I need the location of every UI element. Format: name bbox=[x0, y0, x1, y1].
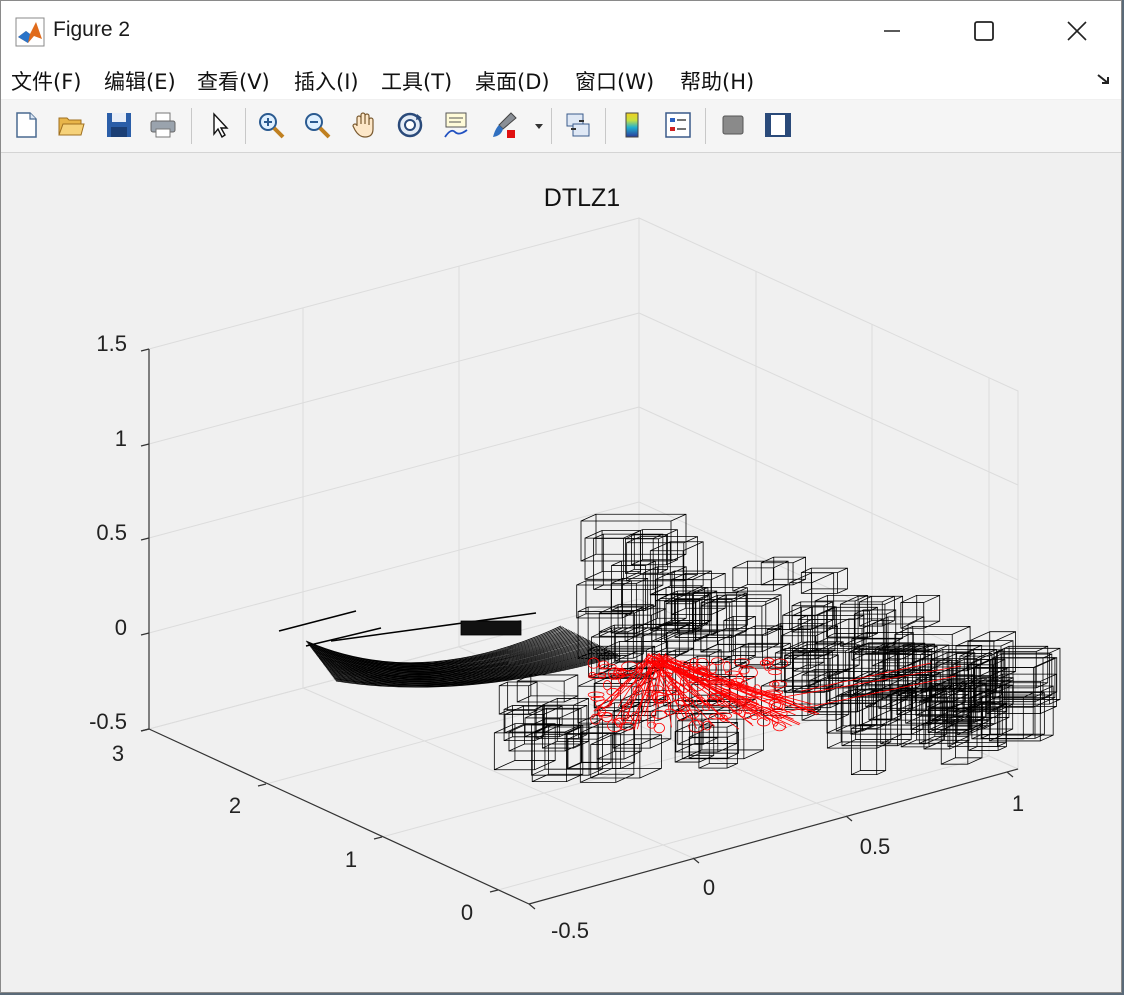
axes-3d[interactable]: DTLZ1 1.5 1 0.5 0 -0.5 3 2 1 0 -0.5 0 0.… bbox=[1, 153, 1122, 993]
fan-line bbox=[278, 610, 357, 632]
menu-desktop[interactable]: 桌面(D) bbox=[475, 66, 550, 96]
wireframe-box bbox=[626, 536, 698, 582]
hide-plot-tools-button[interactable] bbox=[714, 106, 752, 144]
pointer-icon bbox=[213, 112, 229, 139]
toolbar-separator bbox=[705, 108, 706, 144]
open-file-button[interactable] bbox=[52, 106, 90, 144]
new-file-icon bbox=[16, 112, 37, 138]
menu-window[interactable]: 窗口(W) bbox=[575, 66, 654, 96]
z-tick-label: -0.5 bbox=[89, 709, 127, 734]
zoom-in-button[interactable] bbox=[252, 106, 290, 144]
menu-tools[interactable]: 工具(T) bbox=[381, 66, 452, 96]
toolbar-separator bbox=[245, 108, 246, 144]
save-icon bbox=[107, 113, 131, 137]
fan-line bbox=[460, 620, 522, 636]
matlab-icon bbox=[15, 17, 45, 47]
show-plot-tools-button[interactable] bbox=[759, 106, 797, 144]
maximize-button[interactable] bbox=[938, 1, 1030, 61]
pan-button[interactable] bbox=[345, 106, 383, 144]
close-button[interactable] bbox=[1031, 1, 1121, 61]
pareto-point bbox=[664, 708, 676, 716]
wireframe-box bbox=[576, 580, 632, 619]
pareto-point bbox=[772, 681, 780, 687]
y-tick-label: 3 bbox=[112, 741, 124, 766]
z-tick-label: 0.5 bbox=[96, 520, 127, 545]
pan-hand-icon bbox=[352, 112, 374, 138]
link-plot-button[interactable] bbox=[559, 106, 597, 144]
menu-file[interactable]: 文件(F) bbox=[11, 66, 81, 96]
toolbar-separator bbox=[191, 108, 192, 144]
wireframe-box bbox=[580, 513, 687, 562]
pareto-point bbox=[750, 714, 759, 720]
chevron-down-icon[interactable] bbox=[533, 120, 545, 132]
print-button[interactable] bbox=[144, 106, 182, 144]
pareto-point bbox=[723, 660, 731, 673]
legend-icon bbox=[665, 112, 691, 138]
insert-colorbar-button[interactable] bbox=[613, 106, 651, 144]
chart-title: DTLZ1 bbox=[544, 184, 620, 212]
menu-view[interactable]: 查看(V) bbox=[197, 66, 270, 96]
z-tick-label: 1.5 bbox=[96, 331, 127, 356]
pareto-point bbox=[653, 722, 665, 734]
y-tick-labels: 3 2 1 0 bbox=[112, 741, 473, 925]
data-cursor-icon bbox=[444, 112, 468, 138]
brush-button[interactable] bbox=[485, 106, 523, 144]
minimize-icon bbox=[884, 30, 900, 32]
y-tick-label: 2 bbox=[229, 793, 241, 818]
z-tick-label: 0 bbox=[115, 615, 127, 640]
menu-help[interactable]: 帮助(H) bbox=[680, 66, 754, 96]
fan-line bbox=[305, 627, 382, 647]
figure-window: Figure 2 文件(F) 编辑(E) 查看(V) 插入(I) 工具(T) 桌… bbox=[0, 0, 1122, 993]
colorbar-icon bbox=[625, 112, 639, 138]
x-tick-label: 0 bbox=[703, 875, 715, 900]
toolbar-separator bbox=[551, 108, 552, 144]
figure-toolbar bbox=[1, 100, 1121, 153]
edit-plot-button[interactable] bbox=[200, 106, 238, 144]
y-tick-label: 0 bbox=[461, 900, 473, 925]
plot-area: DTLZ1 1.5 1 0.5 0 -0.5 3 2 1 0 -0.5 0 0.… bbox=[1, 153, 1122, 993]
data-cursor-button[interactable] bbox=[437, 106, 475, 144]
x-tick-labels: -0.5 0 0.5 1 bbox=[551, 791, 1024, 943]
wireframe-box bbox=[590, 734, 662, 779]
x-tick-label: 0.5 bbox=[860, 834, 891, 859]
menu-insert[interactable]: 插入(I) bbox=[294, 66, 359, 96]
z-tick-label: 1 bbox=[115, 426, 127, 451]
toolbar-separator bbox=[605, 108, 606, 144]
rotate-3d-button[interactable] bbox=[391, 106, 429, 144]
pareto-point bbox=[702, 720, 712, 731]
y-tick-label: 1 bbox=[345, 847, 357, 872]
x-tick-label: -0.5 bbox=[551, 918, 589, 943]
minimize-button[interactable] bbox=[846, 1, 938, 61]
wireframe-box bbox=[577, 606, 644, 659]
wireframe-box bbox=[516, 674, 579, 703]
menu-edit[interactable]: 编辑(E) bbox=[104, 66, 176, 96]
rotate-3d-icon bbox=[397, 112, 423, 138]
save-button[interactable] bbox=[100, 106, 138, 144]
hide-plot-tools-icon bbox=[722, 115, 744, 135]
dock-arrow-icon[interactable] bbox=[1095, 71, 1113, 89]
window-title: Figure 2 bbox=[53, 18, 131, 41]
wireframe-box bbox=[723, 615, 756, 661]
x-tick-label: 1 bbox=[1012, 791, 1024, 816]
wireframe-box bbox=[800, 567, 848, 594]
pareto-point bbox=[621, 661, 638, 672]
wireframe-box bbox=[780, 625, 838, 683]
open-folder-icon bbox=[58, 117, 85, 136]
new-figure-button[interactable] bbox=[7, 106, 45, 144]
zoom-out-button[interactable] bbox=[298, 106, 336, 144]
link-plot-icon bbox=[566, 113, 590, 137]
maximize-icon bbox=[974, 21, 994, 41]
pareto-point bbox=[650, 710, 668, 719]
close-icon bbox=[1067, 21, 1087, 41]
show-plot-tools-icon bbox=[765, 113, 791, 137]
brush-icon bbox=[493, 112, 517, 138]
print-icon bbox=[150, 112, 176, 138]
z-tick-labels: 1.5 1 0.5 0 -0.5 bbox=[89, 331, 127, 734]
zoom-in-icon bbox=[259, 113, 285, 139]
zoom-out-icon bbox=[305, 113, 331, 139]
title-bar: Figure 2 bbox=[1, 1, 1121, 61]
menu-bar: 文件(F) 编辑(E) 查看(V) 插入(I) 工具(T) 桌面(D) 窗口(W… bbox=[1, 61, 1121, 99]
insert-legend-button[interactable] bbox=[659, 106, 697, 144]
